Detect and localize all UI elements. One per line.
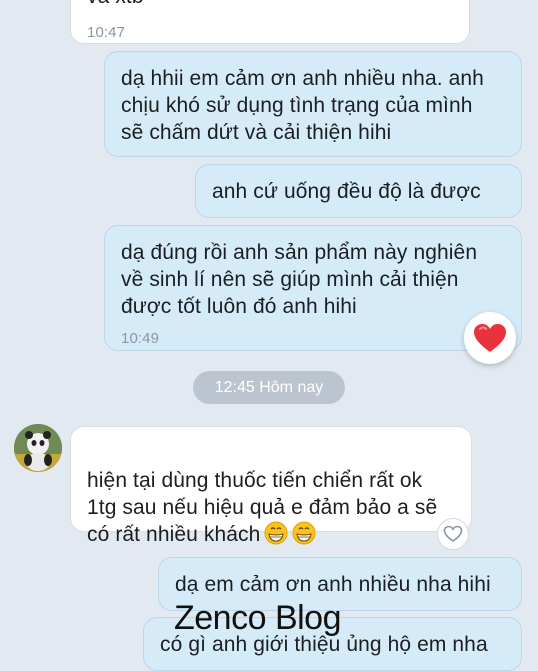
grin-emoji-icon	[264, 521, 288, 552]
message-text-content: hiện tại dùng thuốc tiến chiển rất ok 1t…	[87, 469, 438, 546]
message-text: dạ đúng rồi anh sản phẩm này nghiên về s…	[121, 241, 478, 318]
message-bubble-outgoing[interactable]: anh cứ uống đều độ là được	[195, 164, 522, 218]
grin-emoji-icon	[292, 521, 316, 552]
message-bubble-incoming[interactable]: và xtb 10:47	[70, 0, 470, 44]
panda-avatar-icon	[14, 424, 62, 472]
message-text: anh cứ uống đều độ là được	[212, 180, 481, 203]
contact-avatar[interactable]	[14, 424, 62, 472]
message-bubble-incoming[interactable]: hiện tại dùng thuốc tiến chiển rất ok 1t…	[70, 426, 472, 546]
heart-reaction[interactable]	[464, 312, 516, 364]
message-bubble-outgoing[interactable]: dạ đúng rồi anh sản phẩm này nghiên về s…	[104, 225, 522, 351]
heart-outline-icon	[443, 525, 463, 542]
message-text: hiện tại dùng thuốc tiến chiển rất ok 1t…	[87, 440, 461, 552]
watermark: Zenco Blog	[174, 599, 342, 637]
add-reaction-button[interactable]	[437, 518, 469, 550]
message-text: dạ hhii em cảm ơn anh nhiều nha. anh chị…	[121, 67, 484, 144]
message-text: và xtb	[87, 0, 459, 10]
message-time: 10:47	[87, 24, 126, 41]
message-time: 10:49	[121, 330, 160, 347]
date-separator: 12:45 Hôm nay	[193, 371, 345, 404]
message-text: dạ em cảm ơn anh nhiều nha hihi	[175, 573, 491, 596]
message-bubble-outgoing[interactable]: dạ hhii em cảm ơn anh nhiều nha. anh chị…	[104, 51, 522, 157]
heart-icon	[474, 324, 506, 352]
